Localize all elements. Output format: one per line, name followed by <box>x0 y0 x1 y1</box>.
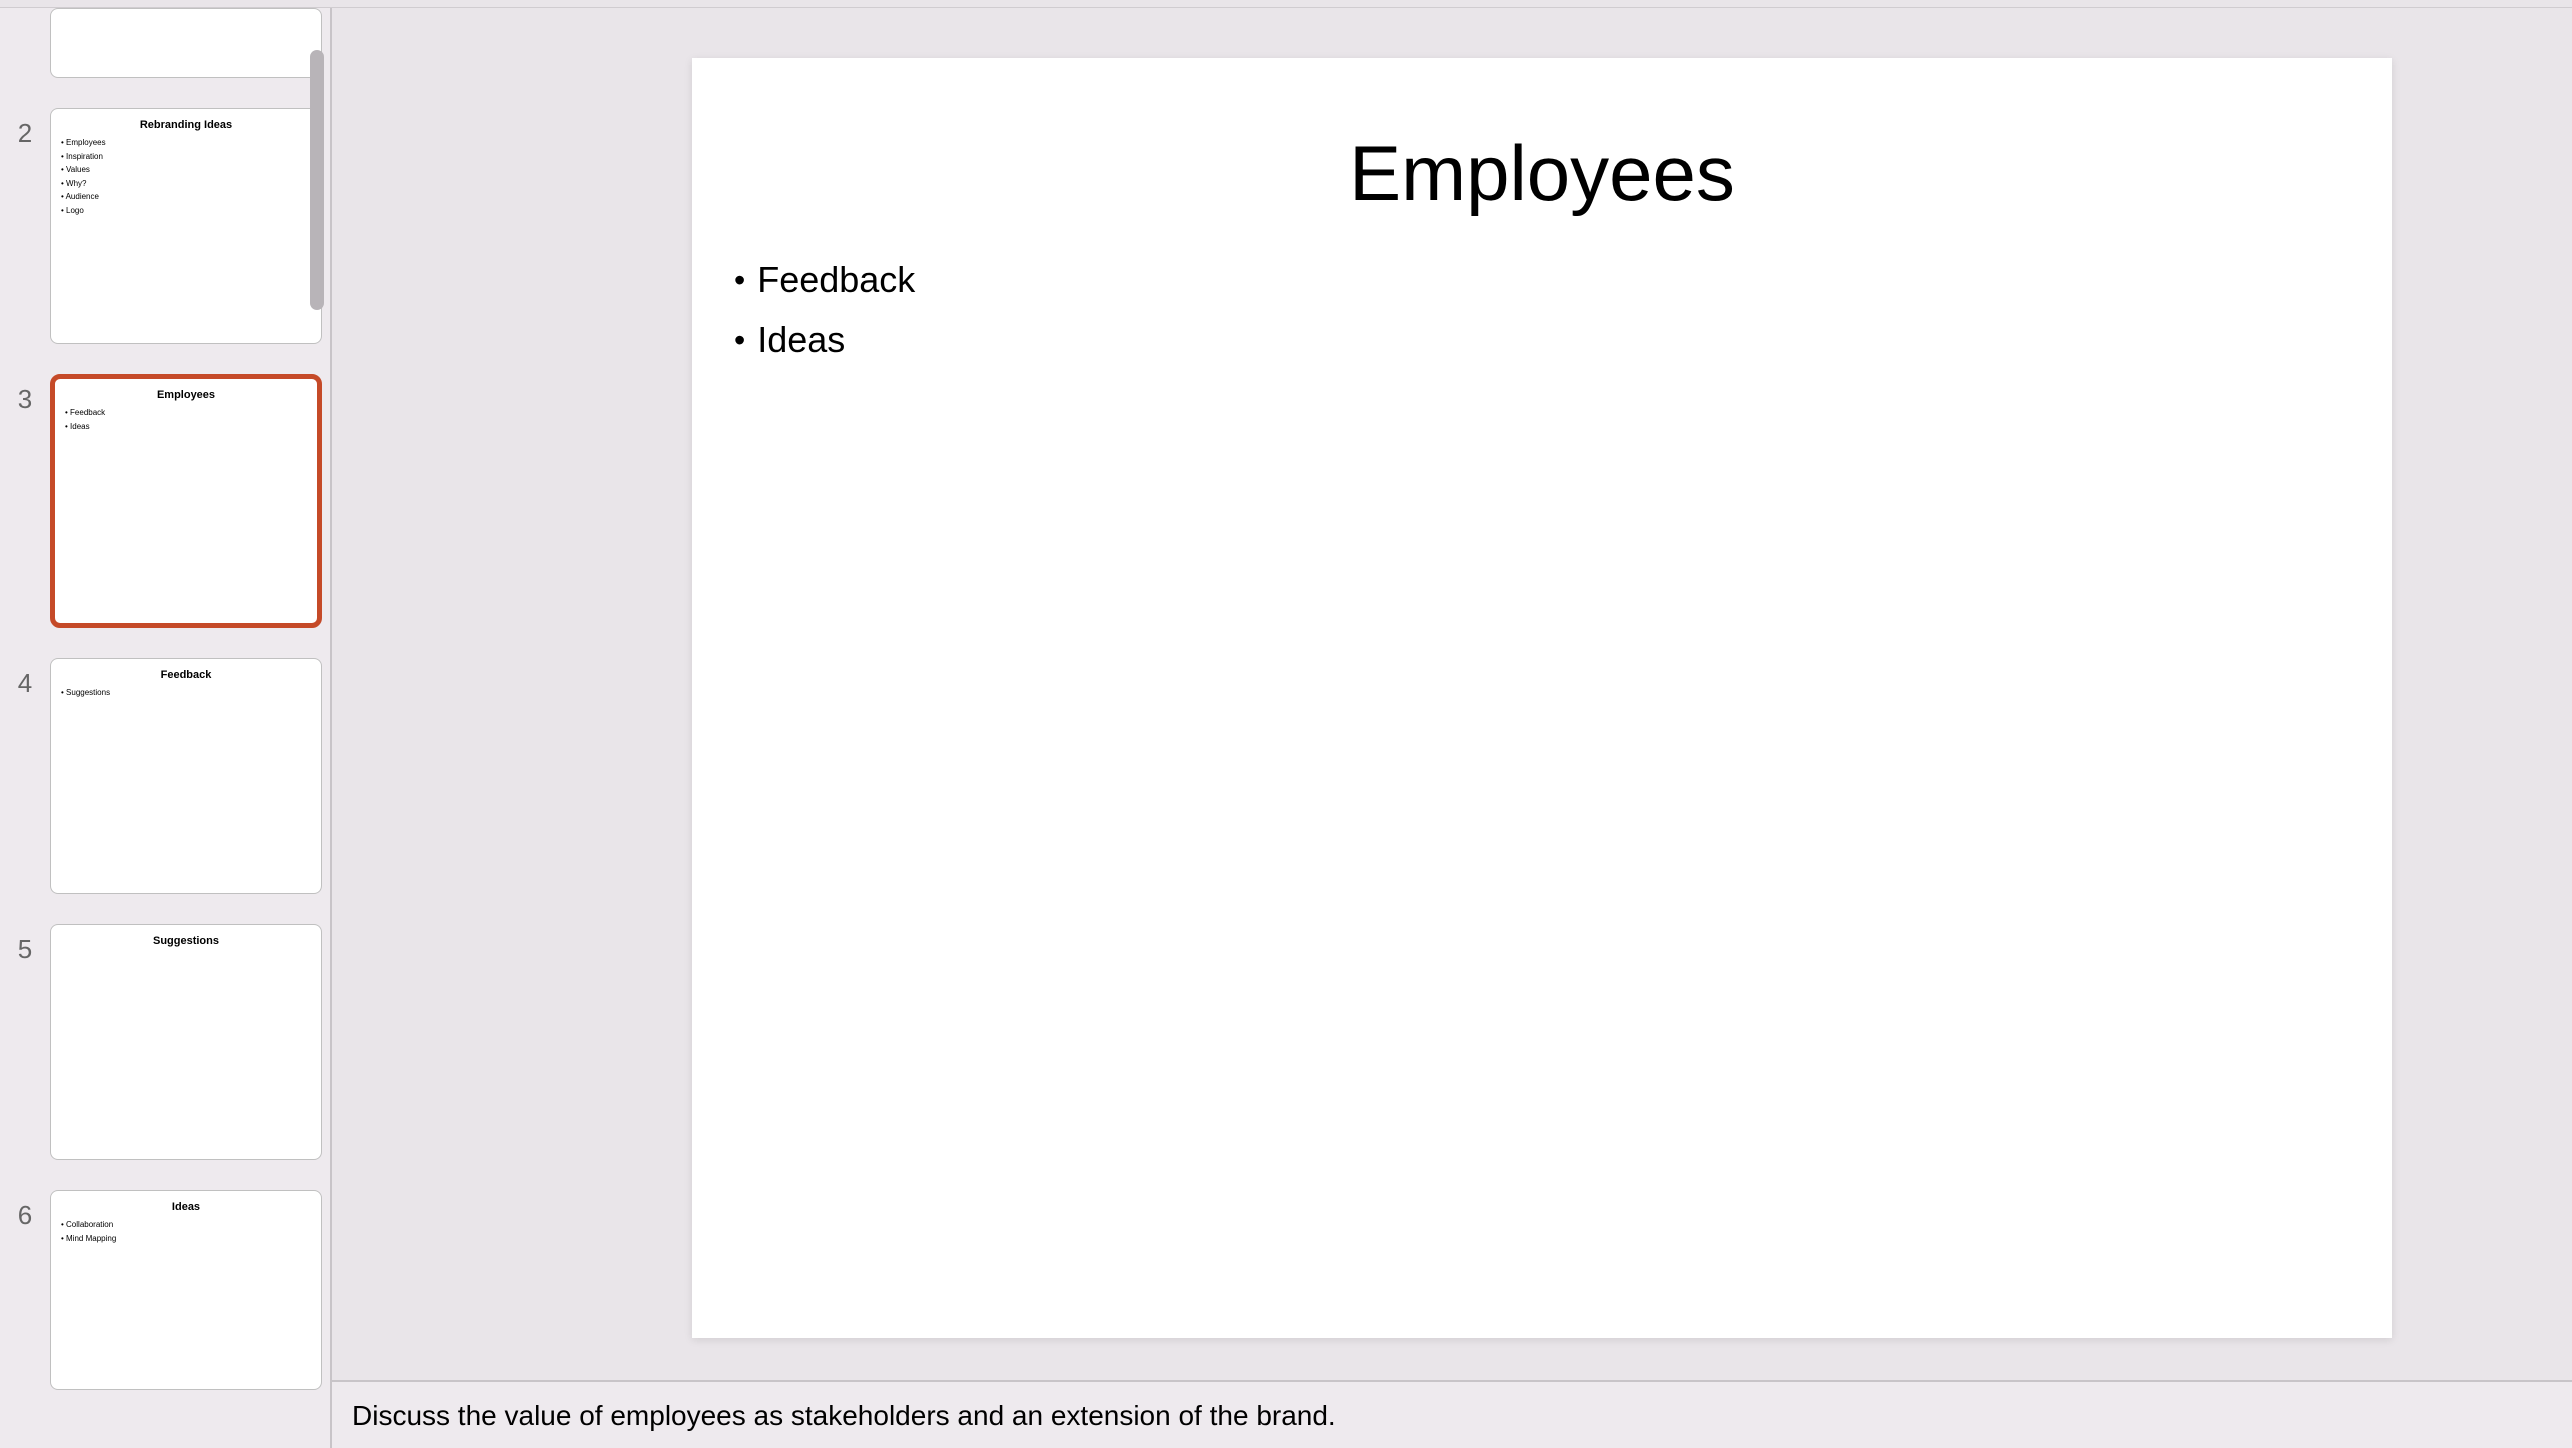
notes-bar[interactable]: Discuss the value of employees as stakeh… <box>332 1380 2572 1448</box>
slide-number: 6 <box>0 1190 50 1231</box>
slide-canvas[interactable]: Employees Feedback Ideas <box>692 58 2392 1338</box>
thumb-bullet: • Why? <box>61 177 313 191</box>
slide-thumbnail-6[interactable]: Ideas • Collaboration • Mind Mapping <box>50 1190 322 1390</box>
slide-thumbnail-1[interactable] <box>50 8 322 78</box>
slide-number: 4 <box>0 658 50 699</box>
thumbnail-panel[interactable]: 2 Rebranding Ideas • Employees • Inspira… <box>0 8 332 1448</box>
thumb-bullets: • Feedback • Ideas <box>63 406 309 433</box>
thumb-title: Ideas <box>59 1201 313 1213</box>
slide-content[interactable]: Feedback Ideas <box>732 259 2352 361</box>
thumb-bullets: • Collaboration • Mind Mapping <box>59 1218 313 1245</box>
thumb-bullet: • Audience <box>61 190 313 204</box>
slide-number <box>0 8 50 18</box>
slide-bullet: Ideas <box>734 319 2352 361</box>
thumb-bullets: • Suggestions <box>59 686 313 700</box>
thumbnail-row-3: 3 Employees • Feedback • Ideas <box>0 374 322 628</box>
slide-thumbnail-3-selected[interactable]: Employees • Feedback • Ideas <box>50 374 322 628</box>
thumbnail-row-1 <box>0 8 322 78</box>
thumb-bullets: • Employees • Inspiration • Values • Why… <box>59 136 313 218</box>
thumb-bullet: • Employees <box>61 136 313 150</box>
thumb-bullet: • Values <box>61 163 313 177</box>
slide-number: 2 <box>0 108 50 149</box>
thumb-title: Employees <box>63 389 309 401</box>
slide-canvas-area: Employees Feedback Ideas <box>332 8 2572 1380</box>
thumbnail-row-6: 6 Ideas • Collaboration • Mind Mapping <box>0 1190 322 1390</box>
thumb-title: Rebranding Ideas <box>59 119 313 131</box>
editor-panel: Employees Feedback Ideas Discuss the val… <box>332 8 2572 1448</box>
thumb-title: Feedback <box>59 669 313 681</box>
slide-title[interactable]: Employees <box>732 128 2352 219</box>
scrollbar-thumb[interactable] <box>310 50 324 310</box>
slide-bullet: Feedback <box>734 259 2352 301</box>
slide-number: 3 <box>0 374 50 415</box>
thumb-bullet: • Mind Mapping <box>61 1232 313 1246</box>
scrollbar-track[interactable] <box>310 50 324 310</box>
thumb-bullet: • Collaboration <box>61 1218 313 1232</box>
thumb-bullet: • Suggestions <box>61 686 313 700</box>
thumb-bullet: • Inspiration <box>61 150 313 164</box>
slide-number: 5 <box>0 924 50 965</box>
thumb-bullet: • Feedback <box>65 406 309 420</box>
thumb-title: Suggestions <box>59 935 313 947</box>
slide-thumbnail-5[interactable]: Suggestions <box>50 924 322 1160</box>
top-border <box>0 0 2572 8</box>
thumb-bullet: • Logo <box>61 204 313 218</box>
thumbnail-row-4: 4 Feedback • Suggestions <box>0 658 322 894</box>
thumb-bullet: • Ideas <box>65 420 309 434</box>
thumbnail-row-2: 2 Rebranding Ideas • Employees • Inspira… <box>0 108 322 344</box>
thumbnail-row-5: 5 Suggestions <box>0 924 322 1160</box>
main-container: 2 Rebranding Ideas • Employees • Inspira… <box>0 8 2572 1448</box>
slide-thumbnail-2[interactable]: Rebranding Ideas • Employees • Inspirati… <box>50 108 322 344</box>
slide-thumbnail-4[interactable]: Feedback • Suggestions <box>50 658 322 894</box>
